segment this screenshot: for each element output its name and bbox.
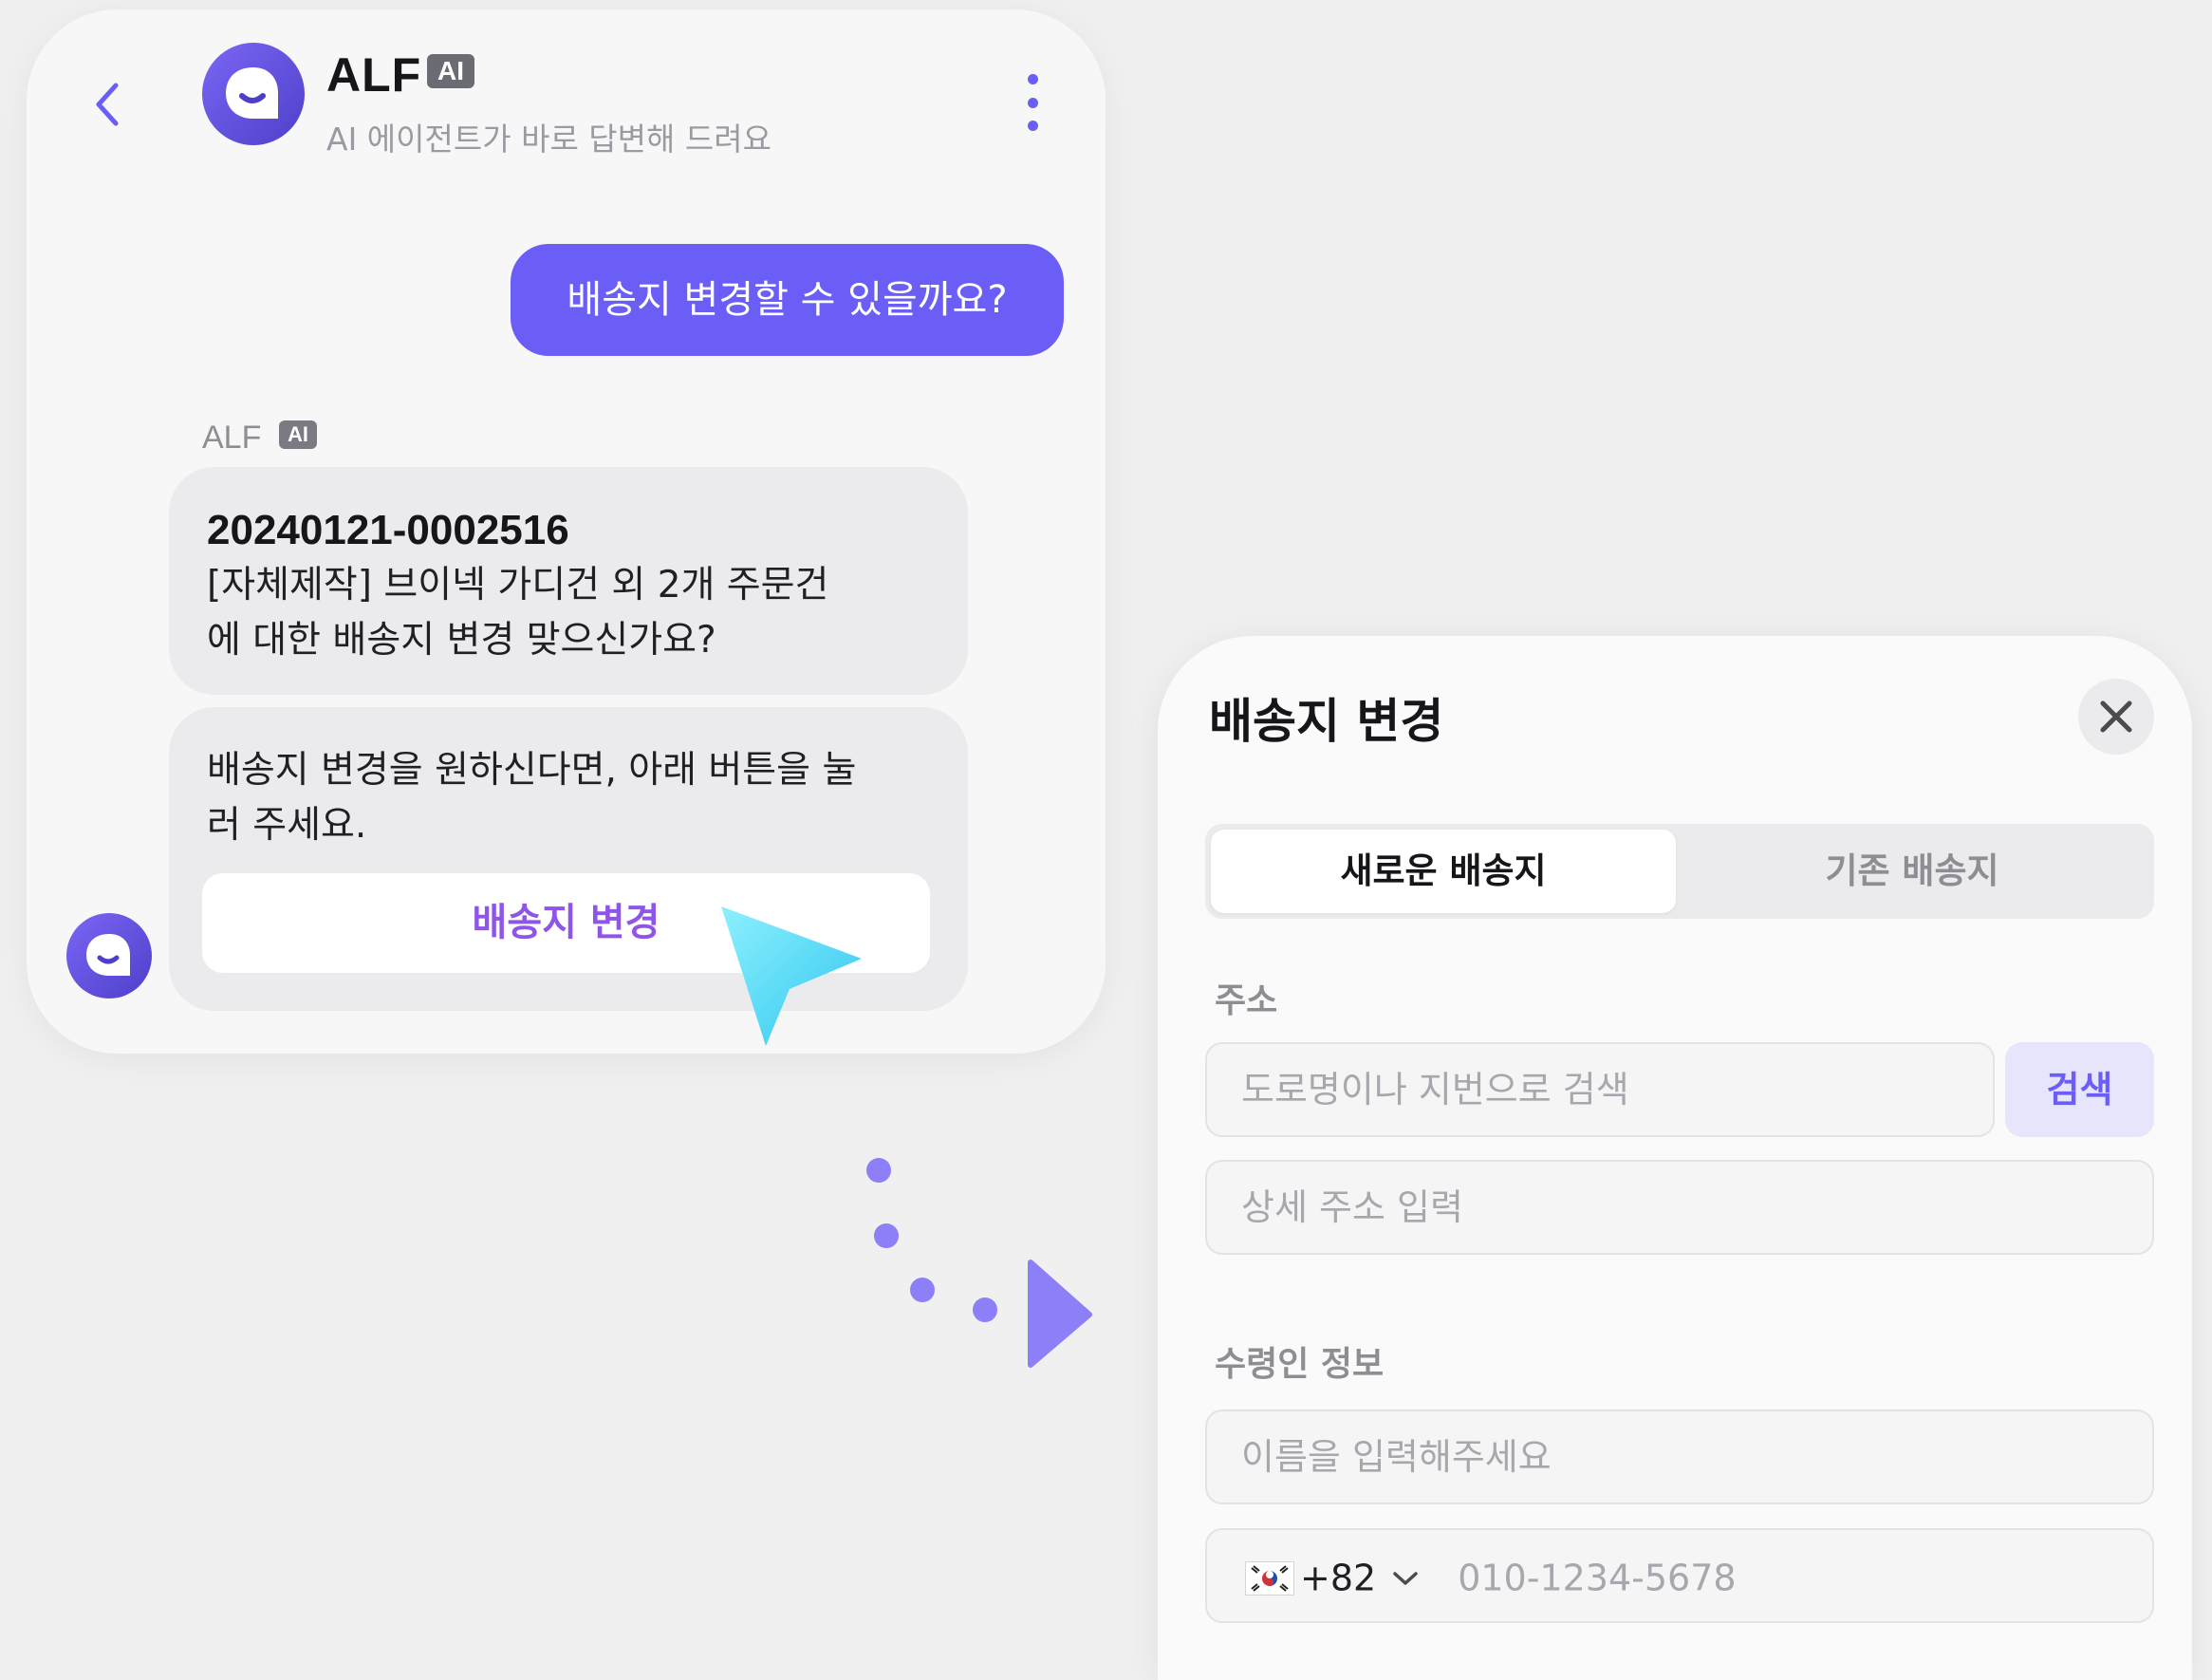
back-chevron-icon — [96, 83, 119, 126]
bot-avatar-icon — [202, 43, 305, 145]
address-search-input[interactable]: 도로명이나 지번으로 검색 — [1205, 1042, 1995, 1137]
more-dot — [1027, 97, 1038, 108]
order-number: 20240121-0002516 — [207, 507, 569, 553]
korea-flag-icon — [1245, 1560, 1294, 1596]
cursor-pointer-icon — [721, 906, 862, 1046]
bot-label: ALF — [202, 420, 262, 456]
ai-badge-small: AI — [279, 420, 317, 449]
app-name: ALF — [326, 48, 422, 102]
back-button[interactable] — [84, 71, 131, 138]
recipient-label: 수령인 정보 — [1215, 1345, 1385, 1384]
chat-window: ALF AI AI 에이전트가 바로 답변해 드려요 배송지 변경할 수 있을까… — [27, 9, 1106, 1054]
address-detail-input[interactable]: 상세 주소 입력 — [1205, 1160, 2154, 1255]
chevron-down-icon[interactable] — [1391, 1569, 1420, 1588]
phone-input[interactable]: 010-1234-5678 — [1458, 1558, 1736, 1599]
bot-message-order: 20240121-0002516 [자체제작] 브이넥 가디건 외 2개 주문건… — [169, 467, 968, 695]
modal-title: 배송지 변경 — [1209, 694, 1444, 749]
user-message: 배송지 변경할 수 있을까요? — [511, 244, 1064, 356]
more-vertical-icon — [1027, 74, 1038, 84]
tab-new-address[interactable]: 새로운 배송지 — [1211, 830, 1676, 913]
bot-message-line: 배송지 변경을 원하신다면, 아래 버튼을 눌 — [207, 749, 857, 792]
close-icon — [2100, 700, 2132, 733]
more-dot — [1027, 121, 1038, 131]
close-button[interactable] — [2078, 679, 2154, 755]
recipient-name-input[interactable]: 이름을 입력해주세요 — [1205, 1409, 2154, 1504]
phone-field[interactable]: +82 010-1234-5678 — [1205, 1528, 2154, 1623]
change-address-modal: 배송지 변경 새로운 배송지 기존 배송지 주소 도로명이나 지번으로 검색 검… — [1158, 636, 2192, 1680]
bot-message-line: [자체제작] 브이넥 가디건 외 2개 주문건 — [207, 564, 829, 607]
address-tabs: 새로운 배송지 기존 배송지 — [1205, 824, 2154, 919]
country-code[interactable]: +82 — [1300, 1558, 1376, 1599]
tab-existing-address[interactable]: 기존 배송지 — [1680, 830, 2145, 913]
ai-badge: AI — [427, 54, 474, 88]
bot-message-line: 에 대한 배송지 변경 맞으신가요? — [207, 619, 716, 662]
more-options-button[interactable] — [1018, 74, 1047, 131]
app-subtitle: AI 에이전트가 바로 답변해 드려요 — [326, 121, 771, 158]
address-label: 주소 — [1215, 981, 1278, 1020]
bot-avatar-icon — [66, 913, 152, 999]
bot-message-line: 러 주세요. — [207, 804, 367, 847]
search-button[interactable]: 검색 — [2005, 1042, 2154, 1137]
